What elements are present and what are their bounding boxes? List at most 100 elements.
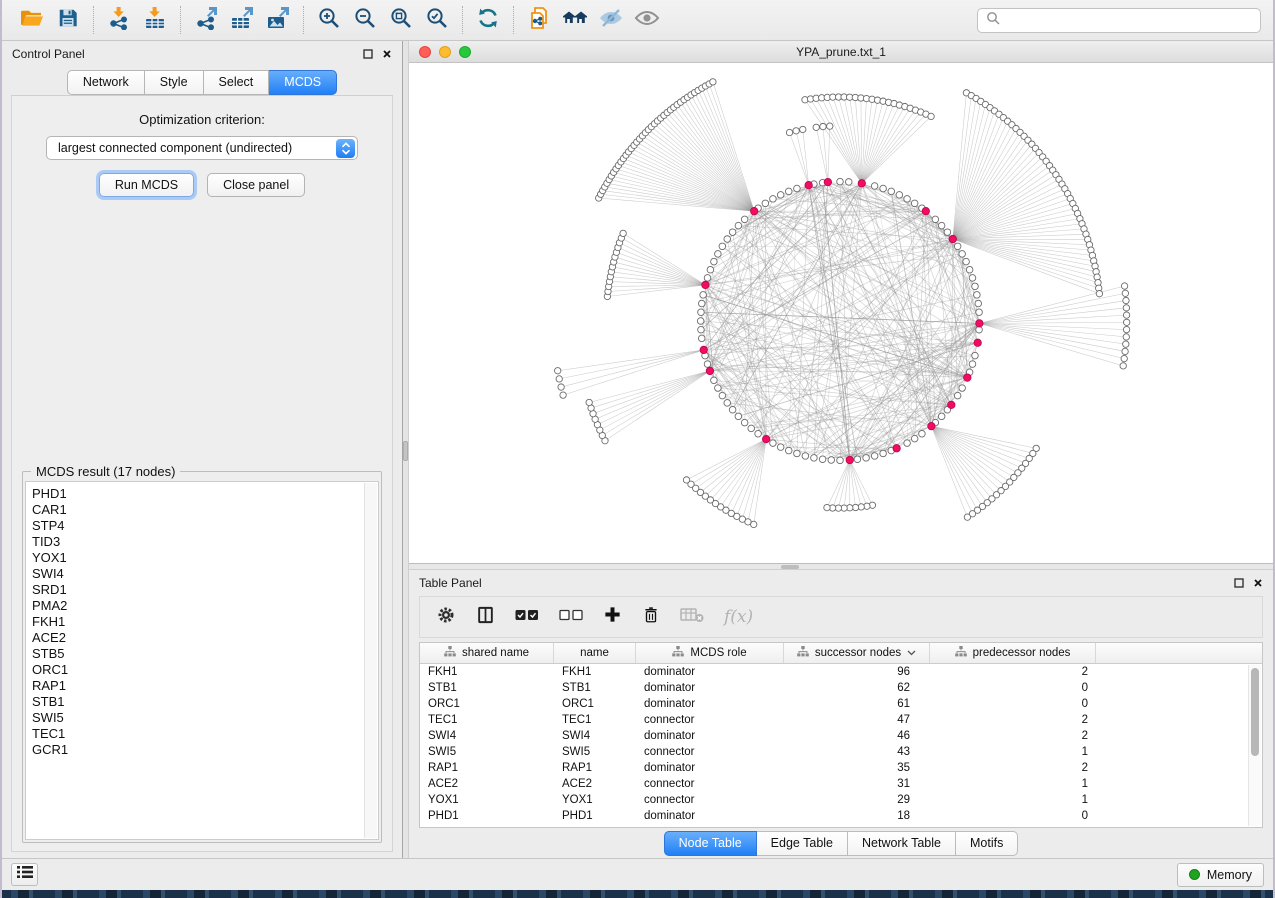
list-item[interactable]: CAR1	[32, 502, 378, 518]
refresh-view-button[interactable]	[470, 4, 506, 36]
list-item[interactable]: RAP1	[32, 678, 378, 694]
column-header-predecessor-nodes[interactable]: predecessor nodes	[930, 643, 1096, 663]
column-header-shared-name[interactable]: shared name	[420, 643, 554, 663]
table-body: FKH1FKH1dominator962 STB1STB1dominator62…	[420, 664, 1262, 827]
network-canvas[interactable]	[409, 63, 1273, 563]
minimize-window-icon[interactable]	[439, 46, 451, 58]
toolbar-separator	[513, 6, 514, 34]
first-neighbors-button[interactable]	[557, 4, 593, 36]
cell-name: ORC1	[554, 698, 636, 710]
close-panel-icon[interactable]	[382, 49, 392, 59]
splitter-grip[interactable]	[403, 441, 408, 461]
cell-predecessor-nodes: 2	[930, 714, 1096, 726]
task-history-button[interactable]	[11, 863, 38, 886]
sitemap-icon	[955, 646, 967, 660]
table-row[interactable]: PHD1PHD1dominator180	[420, 808, 1262, 824]
cell-name: TEC1	[554, 714, 636, 726]
table-row[interactable]: TEC1TEC1connector472	[420, 712, 1262, 728]
horizontal-splitter[interactable]	[409, 563, 1273, 570]
open-file-button[interactable]	[14, 4, 50, 36]
deselect-all-button[interactable]	[559, 608, 583, 627]
list-item[interactable]: GCR1	[32, 742, 378, 758]
result-list-scrollbar[interactable]	[364, 483, 377, 838]
list-item[interactable]: PMA2	[32, 598, 378, 614]
export-network-button[interactable]	[188, 4, 224, 36]
export-image-button[interactable]	[260, 4, 296, 36]
close-window-icon[interactable]	[419, 46, 431, 58]
close-panel-button[interactable]: Close panel	[207, 173, 305, 197]
zoom-out-button[interactable]	[347, 4, 383, 36]
vertical-splitter[interactable]	[402, 41, 409, 858]
hide-selected-button[interactable]	[593, 4, 629, 36]
float-panel-icon[interactable]	[363, 49, 373, 59]
tab-network[interactable]: Network	[67, 70, 145, 95]
list-item[interactable]: ORC1	[32, 662, 378, 678]
fx-icon: f(x)	[724, 607, 753, 627]
zoom-in-button[interactable]	[311, 4, 347, 36]
search-input[interactable]	[1006, 13, 1252, 27]
table-row[interactable]: SWI5SWI5connector431	[420, 744, 1262, 760]
column-header-mcds-role[interactable]: MCDS role	[636, 643, 784, 663]
tab-network-table[interactable]: Network Table	[848, 831, 956, 856]
list-item[interactable]: STB5	[32, 646, 378, 662]
export-table-button[interactable]	[224, 4, 260, 36]
tab-style[interactable]: Style	[145, 70, 204, 95]
list-item[interactable]: TID3	[32, 534, 378, 550]
duplicate-network-button[interactable]	[521, 4, 557, 36]
show-all-button[interactable]	[629, 4, 665, 36]
select-all-button[interactable]	[515, 608, 539, 627]
tab-motifs[interactable]: Motifs	[956, 831, 1018, 856]
memory-button[interactable]: Memory	[1177, 863, 1264, 887]
table-row[interactable]: YOX1YOX1connector291	[420, 792, 1262, 808]
cell-predecessor-nodes: 1	[930, 778, 1096, 790]
optimization-criterion-label: Optimization criterion:	[12, 112, 392, 127]
list-item[interactable]: SWI5	[32, 710, 378, 726]
save-session-button[interactable]	[50, 4, 86, 36]
zoom-fit-button[interactable]	[383, 4, 419, 36]
maximize-window-icon[interactable]	[459, 46, 471, 58]
splitter-grip[interactable]	[781, 565, 799, 569]
list-item[interactable]: TEC1	[32, 726, 378, 742]
import-table-button[interactable]	[137, 4, 173, 36]
zoom-selected-button[interactable]	[419, 4, 455, 36]
close-panel-icon[interactable]	[1253, 578, 1263, 588]
scrollbar-thumb[interactable]	[1251, 668, 1259, 756]
column-header-successor-nodes[interactable]: successor nodes	[784, 643, 930, 663]
table-row[interactable]: STB1STB1dominator620	[420, 680, 1262, 696]
export-table-icon	[230, 6, 254, 35]
import-network-button[interactable]	[101, 4, 137, 36]
table-row[interactable]: FKH1FKH1dominator962	[420, 664, 1262, 680]
optimization-criterion-dropdown[interactable]: largest connected component (undirected)	[46, 136, 358, 160]
table-row[interactable]: ACE2ACE2connector311	[420, 776, 1262, 792]
tab-mcds[interactable]: MCDS	[269, 70, 337, 95]
table-row[interactable]: ORC1ORC1dominator610	[420, 696, 1262, 712]
delete-row-button[interactable]	[642, 605, 660, 630]
table-scrollbar[interactable]	[1248, 665, 1261, 826]
delete-table-button[interactable]	[680, 606, 704, 628]
dropdown-selected-value: largest connected component (undirected)	[58, 141, 292, 155]
table-row[interactable]: RAP1RAP1dominator352	[420, 760, 1262, 776]
tab-edge-table[interactable]: Edge Table	[757, 831, 848, 856]
search-field[interactable]	[977, 8, 1261, 33]
tab-node-table[interactable]: Node Table	[664, 831, 757, 856]
list-item[interactable]: PHD1	[32, 486, 378, 502]
cell-shared-name: ACE2	[420, 778, 554, 790]
cell-mcds-role: dominator	[636, 730, 784, 742]
column-header-name[interactable]: name	[554, 643, 636, 663]
run-mcds-button[interactable]: Run MCDS	[99, 173, 194, 197]
function-builder-button[interactable]: f(x)	[724, 607, 753, 627]
add-row-button[interactable]	[603, 605, 622, 629]
float-panel-icon[interactable]	[1234, 578, 1244, 588]
list-item[interactable]: SWI4	[32, 566, 378, 582]
mcds-result-list[interactable]: PHD1 CAR1 STP4 TID3 YOX1 SWI4 SRD1 PMA2 …	[25, 481, 379, 840]
list-item[interactable]: YOX1	[32, 550, 378, 566]
tab-select[interactable]: Select	[204, 70, 270, 95]
list-item[interactable]: FKH1	[32, 614, 378, 630]
list-item[interactable]: SRD1	[32, 582, 378, 598]
list-item[interactable]: ACE2	[32, 630, 378, 646]
list-item[interactable]: STB1	[32, 694, 378, 710]
list-item[interactable]: STP4	[32, 518, 378, 534]
table-row[interactable]: SWI4SWI4dominator462	[420, 728, 1262, 744]
settings-button[interactable]	[436, 605, 456, 630]
show-columns-button[interactable]	[476, 605, 495, 630]
